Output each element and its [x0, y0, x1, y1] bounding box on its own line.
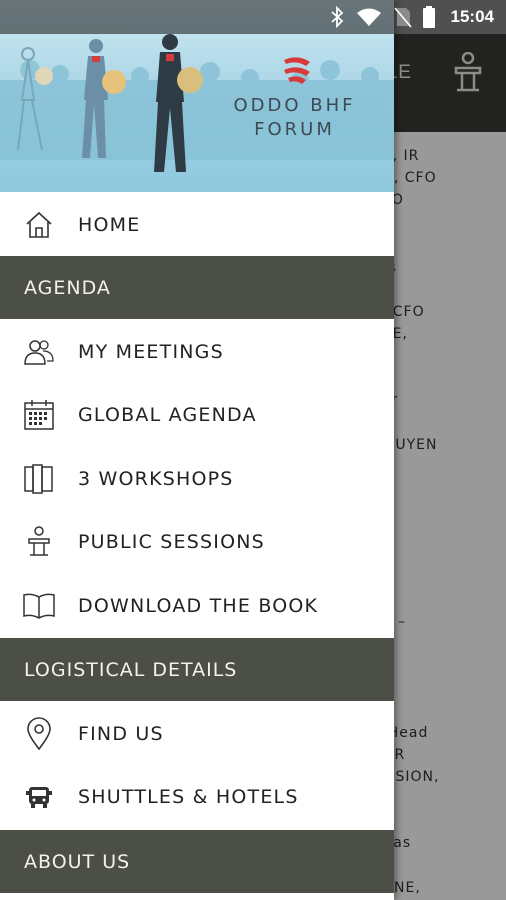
- section-title: LOGISTICAL DETAILS: [24, 658, 238, 681]
- people-icon: [22, 335, 56, 369]
- menu-item-label: HOME: [78, 213, 141, 236]
- menu-item-label: 3 WORKSHOPS: [78, 467, 234, 490]
- menu-item-label: SHUTTLES & HOTELS: [78, 785, 299, 808]
- status-bar: 15:04: [0, 0, 506, 34]
- menu-item-find-us[interactable]: FIND US: [0, 702, 394, 765]
- menu-item-my-meetings[interactable]: MY MEETINGS: [0, 320, 394, 383]
- location-pin-icon: [22, 716, 56, 751]
- home-icon: [22, 208, 56, 242]
- menu-item-label: DOWNLOAD THE BOOK: [78, 594, 319, 617]
- menu-item-label: FIND US: [78, 722, 164, 745]
- section-title: AGENDA: [24, 276, 111, 299]
- oddo-bhf-logo-icon: [284, 57, 310, 84]
- status-time: 15:04: [450, 7, 494, 26]
- bus-icon: [22, 780, 56, 814]
- section-header-about-us: ABOUT US: [0, 830, 394, 893]
- logo-line-1: ODDO BHF: [233, 95, 356, 116]
- no-sim-icon: [394, 7, 412, 28]
- calendar-icon: [22, 398, 56, 432]
- menu-item-download-the-book[interactable]: DOWNLOAD THE BOOK: [0, 574, 394, 637]
- wifi-icon: [357, 8, 381, 26]
- bluetooth-icon: [331, 6, 344, 28]
- section-title: ABOUT US: [24, 850, 131, 873]
- section-header-agenda: AGENDA: [0, 256, 394, 319]
- logo-line-2: FORUM: [254, 119, 335, 140]
- section-header-logistical-details: LOGISTICAL DETAILS: [0, 638, 394, 701]
- menu-item-global-agenda[interactable]: GLOBAL AGENDA: [0, 383, 394, 446]
- book-icon: [22, 589, 56, 623]
- menu-item-label: MY MEETINGS: [78, 340, 224, 363]
- event-logo-text: ODDO BHF FORUM: [232, 94, 357, 142]
- menu-item-shuttles-hotels[interactable]: SHUTTLES & HOTELS: [0, 765, 394, 828]
- navigation-drawer: ODDO BHF FORUM HOME AGENDA MY MEETINGS G…: [0, 0, 394, 900]
- menu-item-home[interactable]: HOME: [0, 193, 394, 256]
- menu-item-label: GLOBAL AGENDA: [78, 403, 257, 426]
- podium-icon: [22, 525, 56, 559]
- menu-item-label: PUBLIC SESSIONS: [78, 530, 265, 553]
- workshops-icon: [22, 462, 56, 496]
- menu-item-workshops[interactable]: 3 WORKSHOPS: [0, 447, 394, 510]
- battery-icon: [423, 6, 435, 28]
- menu-item-public-sessions[interactable]: PUBLIC SESSIONS: [0, 510, 394, 573]
